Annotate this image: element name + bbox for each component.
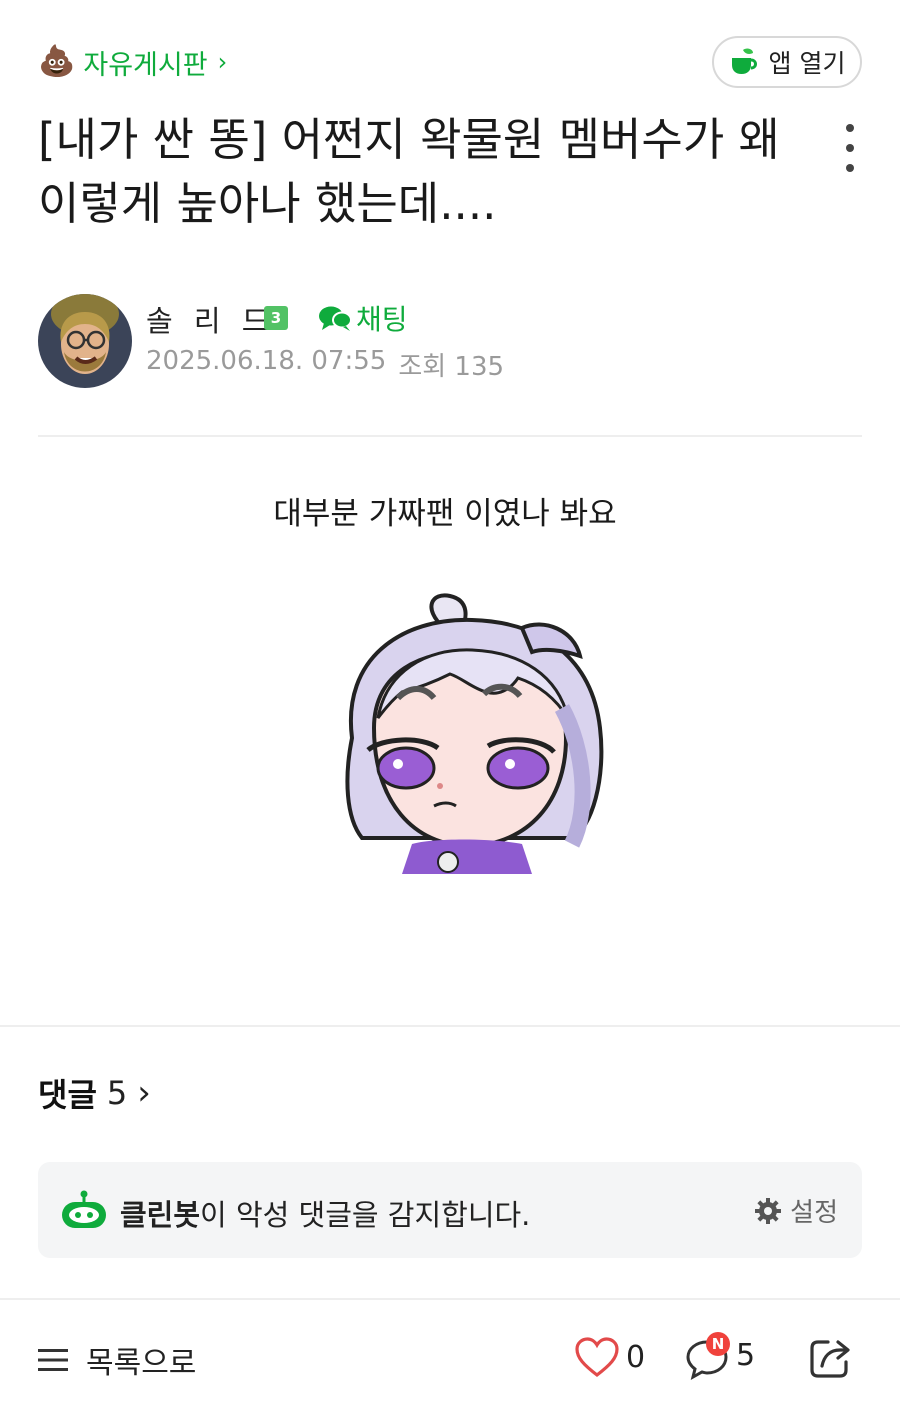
- settings-label: 설정: [790, 1198, 838, 1228]
- cleanbot-settings-button[interactable]: 설정: [754, 1192, 838, 1229]
- cleanbot-robot-icon: [60, 1190, 108, 1234]
- board-link[interactable]: 💩 자유게시판 ›: [38, 40, 227, 84]
- back-to-list-button[interactable]: 목록으로: [38, 1338, 196, 1382]
- cleanbot-text: 이 악성 댓글을 감지합니다.: [200, 1198, 531, 1232]
- comments-label: 댓글: [38, 1076, 97, 1114]
- sticker-image: [322, 588, 614, 874]
- view-count: 조회 135: [398, 352, 505, 382]
- like-count: 0: [626, 1339, 646, 1375]
- share-icon: [810, 1340, 850, 1378]
- chat-label: 채팅: [356, 303, 408, 336]
- gear-icon: [755, 1197, 782, 1224]
- new-badge: N: [706, 1332, 730, 1356]
- post-date: 2025.06.18. 07:55: [146, 346, 387, 376]
- chat-link[interactable]: 채팅: [318, 298, 408, 338]
- chevron-right-icon: ›: [137, 1073, 151, 1113]
- comments-count: 5: [106, 1074, 128, 1112]
- poop-icon: 💩: [38, 44, 76, 79]
- post-meta: 2025.06.18. 07:55 조회 135: [146, 346, 504, 383]
- comment-count: 5: [736, 1337, 756, 1373]
- author-name[interactable]: 솔 리 드: [146, 298, 274, 340]
- more-options-icon[interactable]: [840, 124, 860, 172]
- menu-icon: [38, 1349, 68, 1371]
- heart-icon: [575, 1337, 619, 1378]
- post-title: [내가 싼 똥] 어쩐지 왁물원 멤버수가 왜 이렇게 높아나 했는데....: [38, 113, 780, 230]
- comment-button[interactable]: N 5: [684, 1332, 756, 1380]
- share-button[interactable]: [808, 1334, 854, 1384]
- app-open-label: 앱 열기: [768, 49, 846, 78]
- cafe-cup-icon: [731, 48, 757, 74]
- avatar[interactable]: [38, 294, 132, 388]
- chat-bubble-icon: [319, 306, 352, 331]
- divider: [0, 1298, 900, 1300]
- back-to-list-label: 목록으로: [86, 1346, 197, 1381]
- app-open-button[interactable]: 앱 열기: [712, 36, 862, 88]
- like-button[interactable]: 0: [574, 1336, 645, 1378]
- comments-header[interactable]: 댓글 5 ›: [38, 1070, 151, 1116]
- board-name: 자유게시판: [83, 49, 208, 81]
- divider: [38, 435, 862, 437]
- cleanbot-name: 클린봇: [120, 1198, 201, 1232]
- cleanbot-message: 클린봇이 악성 댓글을 감지합니다.: [120, 1192, 530, 1234]
- post-body-text: 대부분 가짜팬 이였나 봐요: [273, 496, 617, 532]
- chevron-right-icon: ›: [217, 48, 228, 76]
- divider: [0, 1025, 900, 1027]
- level-badge: 3: [264, 306, 288, 330]
